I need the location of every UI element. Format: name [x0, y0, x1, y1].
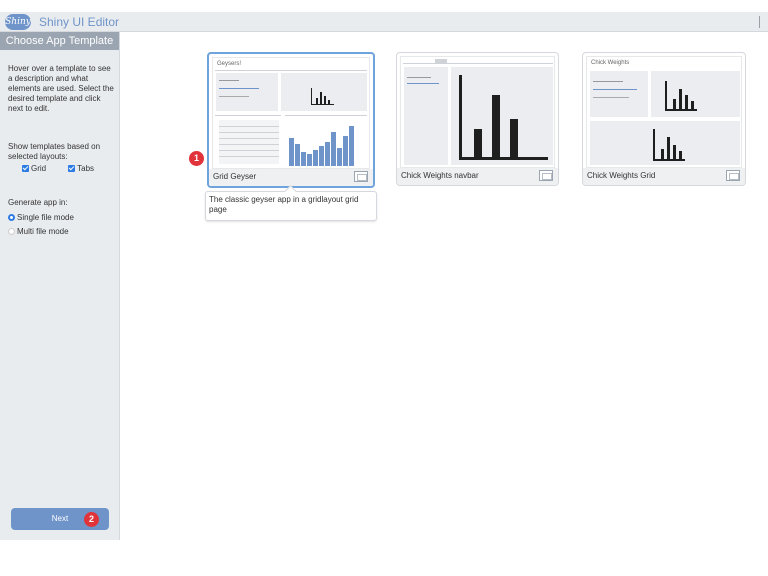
tabs-layout-icon [539, 170, 553, 181]
sidebar-title: Choose App Template [0, 32, 119, 50]
grid-geyser-name: Grid Geyser [213, 172, 257, 181]
generate-mode-label: Generate app in: [8, 198, 68, 207]
single-file-radio[interactable] [8, 213, 15, 221]
multi-file-radio[interactable] [8, 227, 15, 235]
generate-mode-options: Single file mode Multi file mode [8, 210, 74, 238]
app-header: Shiny Shiny UI Editor [0, 12, 768, 32]
grid-layout-icon [354, 171, 368, 182]
layout-filter-options: Grid Tabs [22, 164, 94, 173]
grid-geyser-thumbnail: Geysers! [212, 57, 370, 169]
sidebar: Choose App Template Hover over a templat… [0, 32, 120, 540]
single-file-option[interactable]: Single file mode [8, 210, 74, 224]
template-card-chick-weights-grid[interactable]: Chick Weights Chick Weights Grid [582, 52, 746, 186]
grid-layout-icon [726, 170, 740, 181]
grid-checkbox-option[interactable]: Grid [22, 164, 46, 173]
step-badge-1: 1 [189, 151, 204, 166]
instructions-text: Hover over a template to see a descripti… [8, 64, 114, 113]
chick-weights-navbar-thumbnail [400, 56, 555, 168]
header-divider [759, 16, 760, 28]
step-badge-2: 2 [84, 512, 99, 527]
chick-weights-grid-thumb-title: Chick Weights [591, 60, 630, 66]
template-card-grid-geyser[interactable]: Geysers! Grid Geyser [207, 52, 375, 188]
shiny-logo: Shiny [5, 14, 31, 30]
chick-weights-grid-footer: Chick Weights Grid [583, 168, 745, 185]
grid-geyser-thumb-title: Geysers! [217, 61, 242, 67]
tabs-checkbox[interactable] [68, 165, 76, 172]
multi-file-label: Multi file mode [17, 226, 69, 236]
app-window: Shiny Shiny UI Editor Choose App Templat… [0, 12, 768, 540]
multi-file-option[interactable]: Multi file mode [8, 224, 74, 238]
grid-checkbox-label: Grid [31, 164, 47, 173]
grid-checkbox[interactable] [22, 165, 29, 172]
chick-weights-navbar-name: Chick Weights navbar [401, 171, 479, 180]
grid-geyser-footer: Grid Geyser [209, 169, 373, 186]
template-description-tooltip: The classic geyser app in a gridlayout g… [205, 191, 377, 221]
single-file-label: Single file mode [17, 212, 74, 222]
layout-filter-label: Show templates based on selected layouts… [8, 142, 101, 161]
template-card-chick-weights-navbar[interactable]: Chick Weights navbar [396, 52, 559, 186]
chick-weights-grid-name: Chick Weights Grid [587, 171, 656, 180]
chick-weights-navbar-footer: Chick Weights navbar [397, 168, 558, 185]
chick-weights-grid-thumbnail: Chick Weights [586, 56, 742, 168]
app-title: Shiny UI Editor [39, 15, 120, 29]
tabs-checkbox-option[interactable]: Tabs [68, 164, 94, 173]
tabs-checkbox-label: Tabs [77, 164, 95, 173]
